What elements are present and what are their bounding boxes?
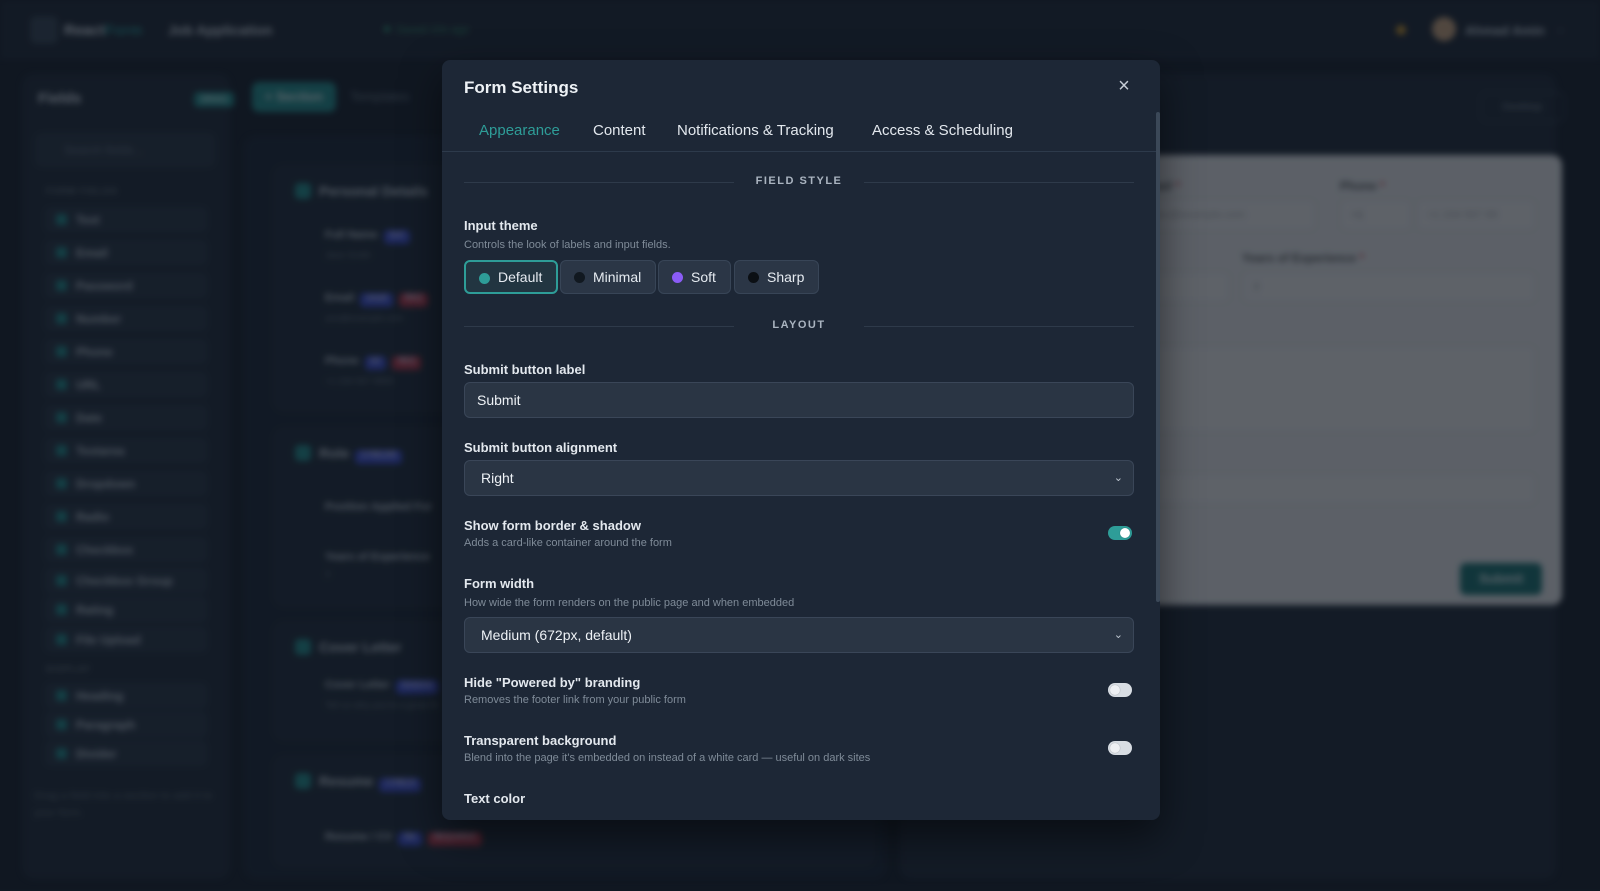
tab-access-scheduling[interactable]: Access & Scheduling	[872, 122, 1013, 139]
text-color-label: Text color	[464, 791, 526, 806]
input-theme-hint: Controls the look of labels and input fi…	[464, 239, 671, 251]
theme-options: Default Minimal Soft Sharp	[464, 260, 1134, 294]
field-style-divider: FIELD STYLE	[464, 174, 1134, 190]
submit-label-input[interactable]: Submit	[464, 382, 1134, 418]
submit-label-label: Submit button label	[464, 362, 586, 377]
form-width-value: Medium (672px, default)	[481, 627, 632, 643]
transparent-toggle[interactable]	[1108, 741, 1132, 755]
chevron-down-icon: ⌄	[1113, 629, 1123, 641]
branding-hint: Removes the footer link from your public…	[464, 694, 686, 706]
theme-label: Default	[498, 269, 543, 285]
modal-header: Form Settings ×	[442, 60, 1160, 112]
app-root: ReactForm Job Application Saved 10s ago …	[0, 0, 1600, 891]
submit-align-value: Right	[481, 470, 514, 486]
branding-toggle[interactable]	[1108, 683, 1132, 697]
theme-dot	[574, 272, 585, 283]
border-shadow-hint: Adds a card-like container around the fo…	[464, 537, 672, 549]
form-width-select[interactable]: Medium (672px, default) ⌄	[464, 617, 1134, 653]
theme-label: Sharp	[767, 269, 805, 285]
theme-option-minimal[interactable]: Minimal	[560, 260, 657, 294]
tab-notifications-tracking[interactable]: Notifications & Tracking	[677, 122, 834, 139]
theme-dot	[479, 273, 490, 284]
close-icon[interactable]: ×	[1110, 72, 1138, 100]
field-style-heading: FIELD STYLE	[755, 175, 843, 187]
theme-option-sharp[interactable]: Sharp	[734, 260, 820, 294]
transparent-hint: Blend into the page it's embedded on ins…	[464, 752, 871, 764]
form-width-hint: How wide the form renders on the public …	[464, 597, 795, 609]
layout-heading: LAYOUT	[772, 319, 826, 331]
border-shadow-toggle[interactable]	[1108, 526, 1132, 540]
tab-content[interactable]: Content	[593, 122, 646, 139]
input-theme-label: Input theme	[464, 218, 538, 233]
theme-label: Soft	[691, 269, 716, 285]
theme-option-default[interactable]: Default	[464, 260, 559, 294]
theme-option-soft[interactable]: Soft	[658, 260, 731, 294]
submit-align-select[interactable]: Right ⌄	[464, 460, 1134, 496]
modal-title: Form Settings	[464, 78, 579, 97]
chevron-down-icon: ⌄	[1113, 472, 1123, 484]
theme-label: Minimal	[593, 269, 642, 285]
settings-tabs: Appearance Content Notifications & Track…	[442, 112, 1160, 152]
tab-appearance[interactable]: Appearance	[479, 122, 560, 139]
transparent-label: Transparent background	[464, 733, 617, 748]
modal-scrollbar[interactable]	[1156, 112, 1160, 602]
border-shadow-label: Show form border & shadow	[464, 518, 641, 533]
layout-divider: LAYOUT	[464, 318, 1134, 334]
submit-align-label: Submit button alignment	[464, 440, 618, 455]
branding-label: Hide "Powered by" branding	[464, 675, 641, 690]
theme-dot	[672, 272, 683, 283]
form-width-label: Form width	[464, 576, 535, 591]
theme-dot	[748, 272, 759, 283]
form-settings-modal: Form Settings × Appearance Content Notif…	[442, 60, 1160, 820]
